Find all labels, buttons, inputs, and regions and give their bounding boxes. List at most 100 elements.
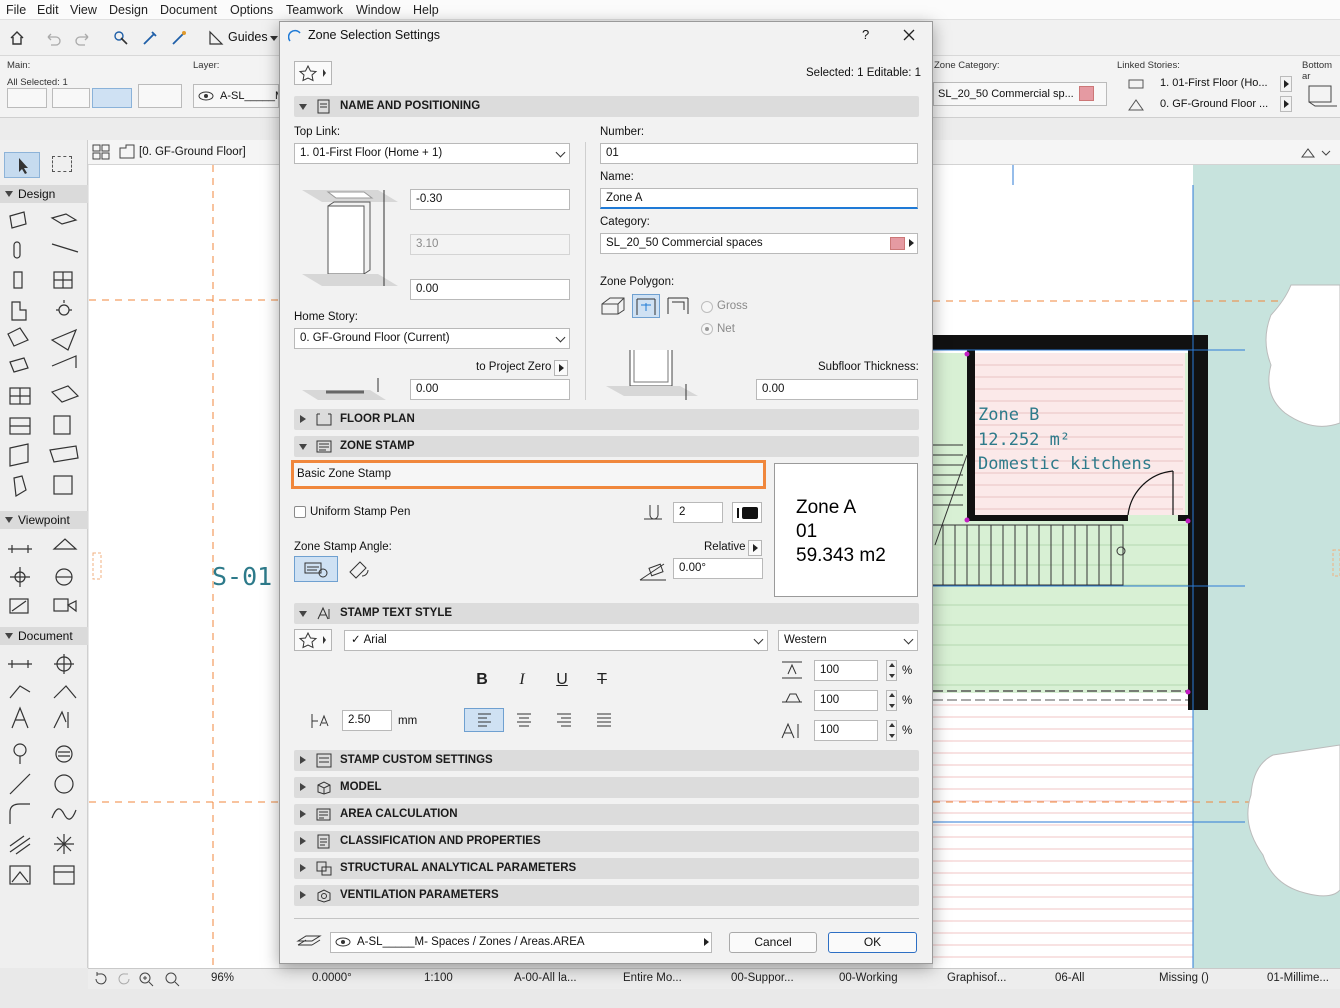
linked-home-value[interactable]: 0. GF-Ground Floor ... — [1160, 98, 1268, 110]
home-story-select[interactable]: 0. GF-Ground Floor (Current) — [294, 328, 570, 349]
text-slant-input[interactable]: 100 — [814, 690, 878, 711]
menu-help[interactable]: Help — [413, 3, 439, 17]
zone-geometry-icon[interactable] — [1305, 80, 1337, 108]
guides-dropdown-icon[interactable] — [270, 36, 278, 41]
help-button[interactable]: ? — [862, 27, 869, 42]
menu-options[interactable]: Options — [230, 3, 273, 17]
marquee-tool[interactable] — [52, 156, 72, 172]
redo-icon[interactable] — [72, 27, 94, 49]
stamp-rotated-icon[interactable] — [346, 558, 372, 580]
text-spacing-input[interactable]: 100 — [814, 720, 878, 741]
guides-icon[interactable] — [205, 27, 227, 49]
structure-display-value[interactable]: 00-Suppor... — [731, 972, 794, 984]
text-slant-spinner[interactable] — [886, 690, 897, 711]
align-justify-icon[interactable] — [588, 708, 620, 732]
undo-icon[interactable] — [42, 27, 64, 49]
number-input[interactable]: 01 — [600, 143, 918, 164]
toolbox-viewpoint-header[interactable]: Viewpoint — [0, 511, 88, 529]
ok-button[interactable]: OK — [828, 932, 917, 953]
top-offset-input[interactable]: -0.30 — [410, 189, 570, 210]
marquee-selector[interactable] — [52, 88, 90, 108]
text-width-spinner[interactable] — [886, 660, 897, 681]
relative-button[interactable] — [748, 540, 762, 556]
bold-button[interactable]: B — [472, 670, 492, 690]
strikethrough-button[interactable]: T — [592, 670, 612, 690]
uniform-pen-checkbox[interactable] — [294, 506, 306, 518]
model-view-value[interactable]: Entire Mo... — [623, 972, 682, 984]
arrow-tool[interactable] — [4, 152, 40, 178]
graphic-override-value[interactable]: 00-Working — [839, 972, 898, 984]
linked-top-arrow[interactable] — [1280, 76, 1292, 92]
menu-edit[interactable]: Edit — [37, 3, 59, 17]
missing-value[interactable]: Missing () — [1159, 972, 1209, 984]
section-zone-stamp[interactable]: ZONE STAMP — [294, 436, 919, 457]
polygon-manual-icon[interactable] — [664, 294, 692, 318]
polygon-net-method-icon[interactable] — [632, 294, 660, 318]
menu-file[interactable]: File — [6, 3, 26, 17]
reference-level-button[interactable] — [554, 360, 568, 376]
project-zero-input[interactable]: 0.00 — [410, 379, 570, 400]
cancel-button[interactable]: Cancel — [729, 932, 817, 953]
layer-arrow-icon[interactable] — [704, 938, 709, 946]
net-radio[interactable] — [701, 323, 713, 335]
underline-button[interactable]: U — [552, 670, 572, 690]
section-ventilation[interactable]: VENTILATION PARAMETERS — [294, 885, 919, 906]
zoom-value[interactable]: 96% — [211, 972, 234, 984]
script-select[interactable]: Western — [778, 630, 918, 651]
favorites-picker[interactable] — [138, 84, 182, 108]
pen-color-button[interactable] — [732, 502, 762, 523]
dimension-value[interactable]: 01-Millime... — [1267, 972, 1329, 984]
stamp-horizontal-icon[interactable] — [294, 556, 338, 582]
renovation-filter-value[interactable]: Graphisof... — [947, 972, 1006, 984]
polygon-gross-method-icon[interactable] — [600, 294, 628, 318]
gross-radio[interactable] — [701, 301, 713, 313]
magic-wand-icon[interactable] — [168, 27, 190, 49]
guides-label[interactable]: Guides — [228, 30, 268, 44]
subfloor-input[interactable]: 0.00 — [756, 379, 918, 400]
text-spacing-spinner[interactable] — [886, 720, 897, 741]
section-classification-properties[interactable]: CLASSIFICATION AND PROPERTIES — [294, 831, 919, 852]
toolbox-design-header[interactable]: Design — [0, 185, 88, 203]
floor-plan-canvas-right[interactable]: Zone B 12.252 m² Domestic kitchens — [933, 165, 1340, 968]
text-favorites-button[interactable] — [294, 629, 332, 651]
tab-floor-plan[interactable]: [0. GF-Ground Floor] — [139, 146, 246, 158]
menu-design[interactable]: Design — [109, 3, 148, 17]
redo-view-icon[interactable] — [115, 971, 133, 987]
grid-view-icon[interactable] — [92, 144, 110, 160]
section-model[interactable]: MODEL — [294, 777, 919, 798]
layer-combination-value[interactable]: A-00-All la... — [514, 972, 577, 984]
align-right-icon[interactable] — [548, 708, 580, 732]
top-link-select[interactable]: 1. 01-First Floor (Home + 1) — [294, 143, 570, 164]
syringe-icon[interactable] — [139, 27, 161, 49]
font-select[interactable]: ✓ Arial — [344, 630, 768, 651]
scale-value[interactable]: 1:100 — [424, 972, 453, 984]
bottom-offset-input[interactable]: 0.00 — [410, 279, 570, 300]
name-input[interactable]: Zone A — [600, 188, 918, 209]
menu-view[interactable]: View — [70, 3, 97, 17]
section-floor-plan[interactable]: FLOOR PLAN — [294, 409, 919, 430]
align-center-icon[interactable] — [508, 708, 540, 732]
section-stamp-custom-settings[interactable]: STAMP CUSTOM SETTINGS — [294, 750, 919, 771]
close-icon[interactable] — [902, 28, 916, 42]
menu-window[interactable]: Window — [356, 3, 400, 17]
element-selector[interactable] — [7, 88, 47, 108]
linked-home-arrow[interactable] — [1280, 96, 1292, 112]
story-value[interactable]: 06-All — [1055, 972, 1084, 984]
zoom-fit-icon[interactable] — [164, 971, 182, 987]
menu-teamwork[interactable]: Teamwork — [286, 3, 343, 17]
menu-document[interactable]: Document — [160, 3, 217, 17]
text-width-input[interactable]: 100 — [814, 660, 878, 681]
category-arrow-icon[interactable] — [909, 239, 914, 247]
linked-top-value[interactable]: 1. 01-First Floor (Ho... — [1160, 77, 1268, 89]
design-tools-icons[interactable] — [6, 210, 82, 510]
zoom-in-icon[interactable] — [138, 971, 156, 987]
text-size-input[interactable]: 2.50 — [342, 710, 392, 731]
section-area-calculation[interactable]: AREA CALCULATION — [294, 804, 919, 825]
stamp-selector[interactable]: Basic Zone Stamp — [291, 460, 766, 489]
gravity-toggle[interactable] — [92, 88, 132, 108]
viewpoint-tools-icons[interactable] — [6, 535, 82, 625]
undo-view-icon[interactable] — [92, 971, 110, 987]
section-name-positioning[interactable]: NAME AND POSITIONING — [294, 96, 919, 117]
align-left-icon[interactable] — [464, 708, 504, 732]
pen-number-input[interactable]: 2 — [673, 502, 723, 523]
